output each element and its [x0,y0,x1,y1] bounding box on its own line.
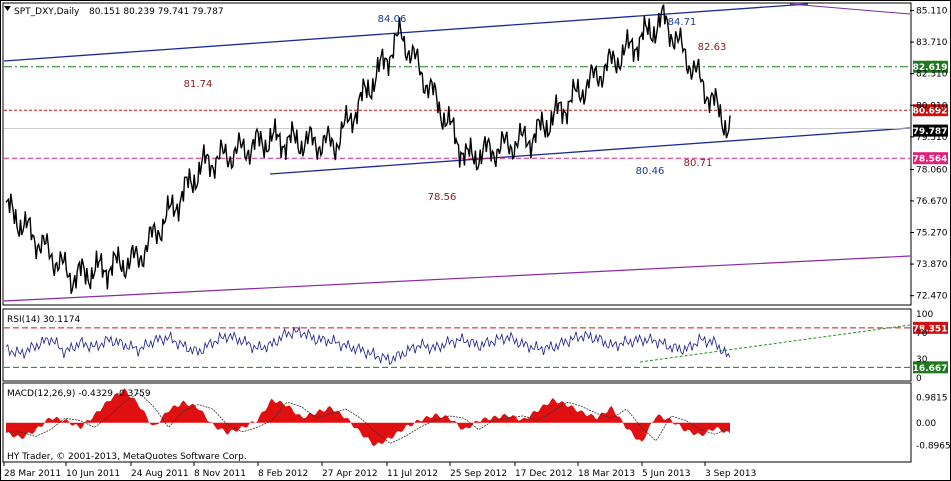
price-tick-label: 76.670 [916,197,948,207]
rsi-title: RSI(14) 30.1174 [7,315,80,325]
x-tick-label: 18 Mar 2013 [578,469,635,479]
rsi-level-tag: 16.667 [913,364,948,374]
rsi-tick-label: 30 [916,355,928,365]
price-annotation: 82.63 [698,42,727,53]
copyright-text: HY Trader, © 2001-2013, MetaQuotes Softw… [7,452,247,462]
price-tick-label: 79.510 [916,133,948,143]
price-tick-label: 73.870 [916,260,948,270]
price-annotation: 84.71 [668,17,697,28]
rsi-tick-label: 0 [916,374,922,384]
macd-tick-label: -0.8965 [916,442,951,452]
x-tick-label: 11 Jul 2012 [387,469,438,479]
price-tick-label: 75.270 [916,228,948,238]
ohlc-values: 80.151 80.239 79.741 79.787 [89,7,224,17]
rsi-tick-label: 70 [916,329,928,339]
x-tick-label: 25 Sep 2012 [450,469,507,479]
symbol-title: SPT_DXY,Daily [14,7,80,17]
x-tick-label: 27 Apr 2012 [322,469,378,479]
price-tick-label: 82.310 [916,70,948,80]
price-annotation: 81.74 [184,79,213,90]
x-tick-label: 17 Dec 2012 [515,469,573,479]
price-tick-label: 72.470 [916,292,948,302]
price-annotation: 84.06 [378,14,407,25]
price-annotation: 80.71 [684,158,713,169]
rsi-tick-label: 100 [916,310,933,320]
price-annotation: 80.46 [636,166,665,177]
x-tick-label: 8 Feb 2012 [258,469,308,479]
macd-title: MACD(12,26,9) -0.4329 -0.3759 [7,389,151,399]
price-tick-label: 83.710 [916,38,948,48]
price-annotation: 78.56 [428,192,457,203]
x-tick-label: 8 Nov 2011 [194,469,246,479]
macd-tick-label: 0.9815 [916,394,948,404]
price-tick-label: 80.910 [916,101,948,111]
x-tick-label: 28 Mar 2011 [4,469,61,479]
level-tag: 78.564 [913,155,948,165]
x-tick-label: 24 Aug 2011 [131,469,189,479]
x-tick-label: 3 Sep 2013 [705,469,756,479]
price-tick-label: 85.110 [916,7,948,17]
macd-tick-label: 0.00 [916,419,936,429]
chart-canvas: 84.06 84.7181.7482.6380.4680.7178.56 82.6… [0,0,951,481]
x-tick-label: 5 Jun 2013 [642,469,690,479]
chart-frame [0,0,951,481]
price-tick-label: 78.060 [916,166,948,176]
x-tick-label: 10 Jun 2011 [66,469,120,479]
